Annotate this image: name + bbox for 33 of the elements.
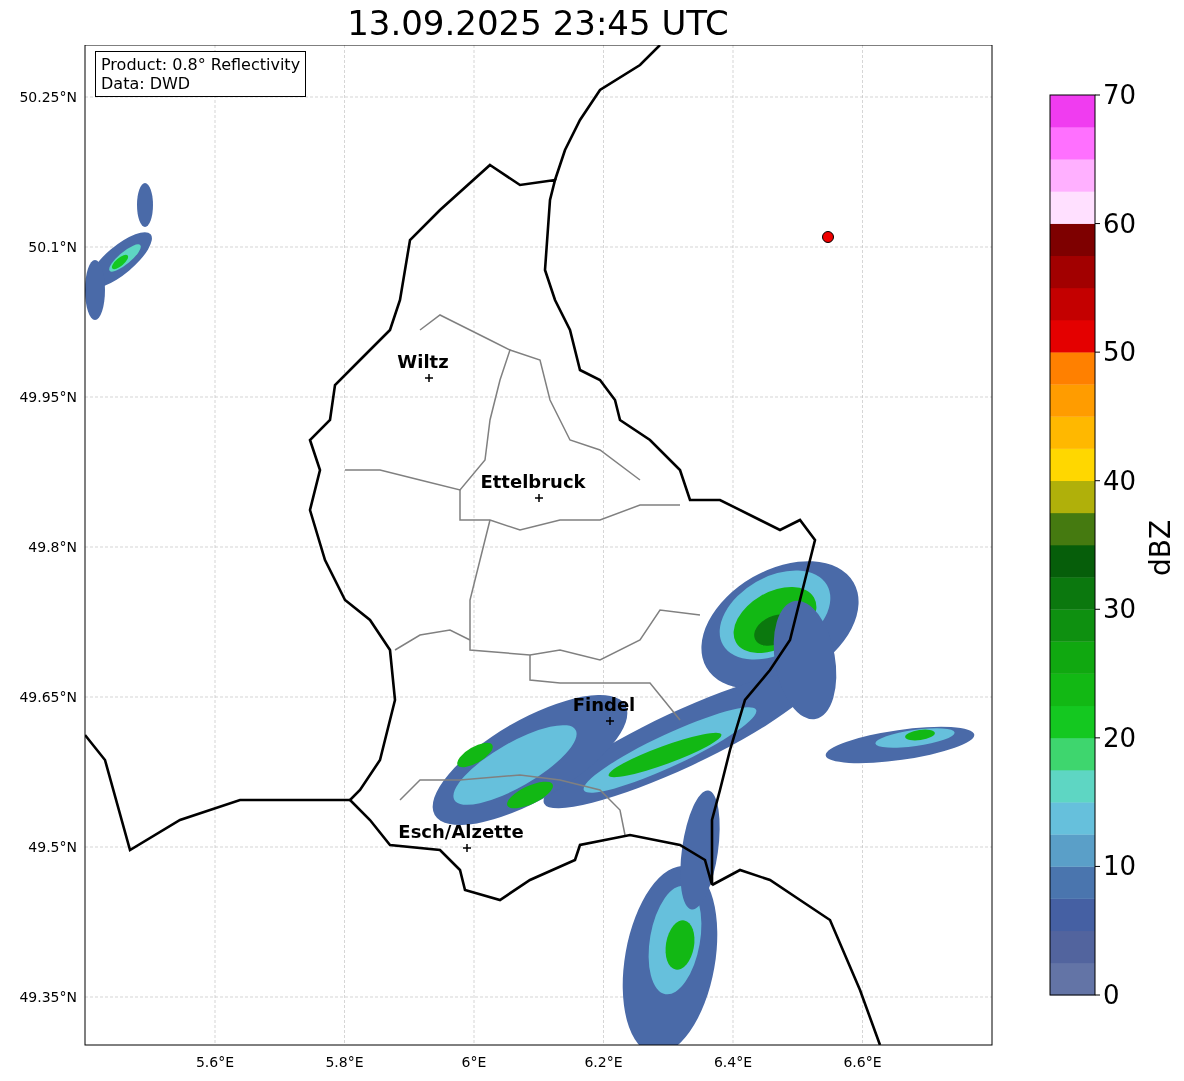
radar-site-marker	[822, 231, 834, 243]
colorbar-tick-label: 40	[1103, 465, 1137, 496]
axis-tick-label: 49.65°N	[19, 689, 77, 705]
colorbar-tick-label: 20	[1103, 722, 1137, 753]
axis-tick-label: 6°E	[461, 1054, 487, 1070]
chart-title: 13.09.2025 23:45 UTC	[346, 1, 730, 45]
colorbar-tick-label: 30	[1103, 594, 1137, 625]
city-marker	[534, 493, 544, 503]
colorbar-label: dBZ	[1144, 519, 1177, 577]
axis-tick-label: 6.6°E	[843, 1054, 882, 1070]
colorbar-tick-label: 50	[1103, 337, 1137, 368]
axis-tick-label: 49.35°N	[19, 989, 77, 1005]
axis-tick-label: 49.5°N	[28, 839, 77, 855]
colorbar-tick-label: 10	[1103, 851, 1137, 882]
info-text: Data: DWD	[101, 74, 192, 93]
axis-tick-label: 6.2°E	[584, 1054, 623, 1070]
city-label: Ettelbruck	[480, 471, 586, 492]
city-marker	[605, 716, 615, 726]
axis-tick-label: 5.6°E	[195, 1054, 235, 1070]
axis-tick-label: 6.4°E	[713, 1054, 753, 1070]
axis-tick-label: 49.95°N	[19, 389, 77, 405]
axis-tick-label: 5.8°E	[325, 1054, 364, 1070]
city-label: Esch/Alzette	[398, 821, 524, 842]
city-marker	[424, 373, 434, 383]
axis-tick-label: 50.1°N	[28, 239, 77, 255]
axis-tick-label: 49.8°N	[28, 539, 77, 555]
axis-tick-label: 50.25°N	[19, 89, 77, 105]
city-marker	[462, 843, 472, 853]
colorbar-tick-label: 60	[1103, 208, 1137, 239]
city-label: Wiltz	[397, 351, 449, 372]
info-text: Product: 0.8° Reflectivity	[101, 55, 301, 74]
colorbar-tick-label: 70	[1103, 80, 1137, 110]
colorbar-tick-label: 0	[1103, 980, 1120, 1010]
